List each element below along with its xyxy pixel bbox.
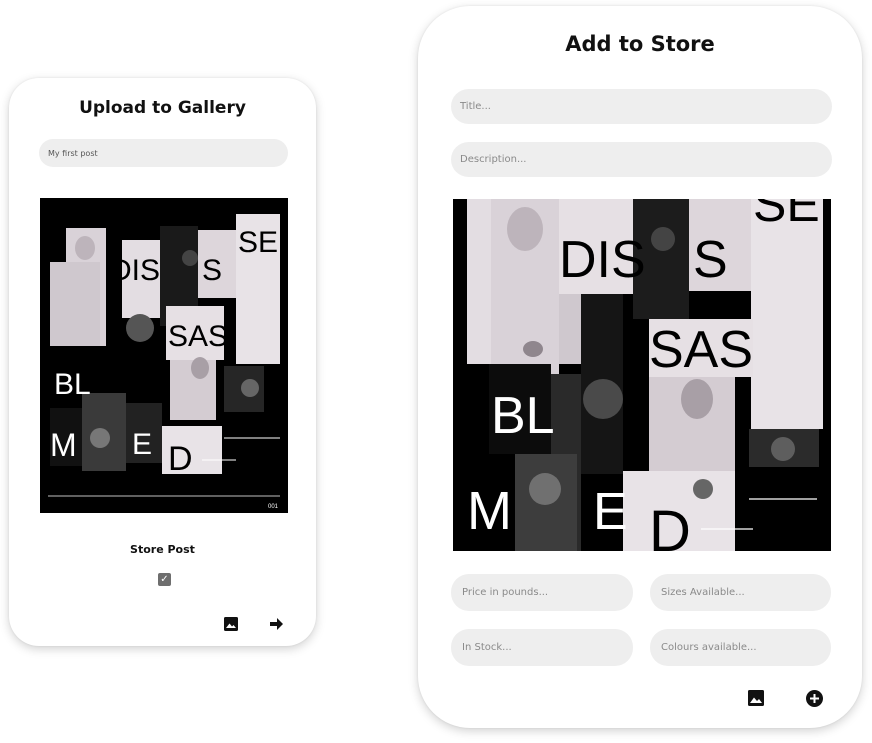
upload-gallery-card: Upload to Gallery My first post DIS S SE… xyxy=(9,78,316,646)
svg-text:SAS: SAS xyxy=(168,320,228,353)
sizes-placeholder: Sizes Available... xyxy=(661,587,745,598)
product-description-input[interactable]: Description... xyxy=(451,142,832,177)
product-title-input[interactable]: Title... xyxy=(451,89,832,124)
gallery-title: Upload to Gallery xyxy=(79,98,246,118)
price-placeholder: Price in pounds... xyxy=(462,587,549,598)
colours-input[interactable]: Colours available... xyxy=(650,629,831,666)
add-product-button[interactable] xyxy=(805,689,823,707)
product-title-placeholder: Title... xyxy=(460,101,491,112)
gallery-artwork: DIS S SE SAS BL M E D 001 xyxy=(40,198,288,513)
stock-input[interactable]: In Stock... xyxy=(451,629,633,666)
svg-text:E: E xyxy=(593,483,628,541)
svg-text:S: S xyxy=(693,231,728,289)
svg-text:M: M xyxy=(50,427,77,463)
store-artwork-image: DIS S SE SAS BL M E D xyxy=(453,199,831,551)
svg-text:BL: BL xyxy=(491,387,555,445)
svg-text:M: M xyxy=(467,481,512,541)
svg-text:DIS: DIS xyxy=(559,231,646,289)
svg-text:S: S xyxy=(202,254,222,287)
svg-text:SE: SE xyxy=(753,199,820,232)
image-upload-button[interactable] xyxy=(222,615,240,633)
sizes-input[interactable]: Sizes Available... xyxy=(650,574,831,611)
svg-text:SE: SE xyxy=(238,226,278,259)
store-title: Add to Store xyxy=(565,32,715,56)
add-circle-icon xyxy=(805,689,823,707)
svg-text:DIS: DIS xyxy=(110,254,160,287)
add-store-card: Add to Store Title... Description... DIS… xyxy=(418,6,862,728)
post-title-input[interactable]: My first post xyxy=(39,139,288,167)
artwork-number: 001 xyxy=(268,504,279,510)
colours-placeholder: Colours available... xyxy=(661,642,757,653)
post-title-value: My first post xyxy=(48,148,98,158)
svg-text:E: E xyxy=(132,428,152,461)
store-post-checkbox[interactable]: ✓ xyxy=(158,573,171,586)
arrow-right-icon xyxy=(270,618,283,630)
product-description-placeholder: Description... xyxy=(460,154,527,165)
stock-placeholder: In Stock... xyxy=(462,642,512,653)
svg-text:SAS: SAS xyxy=(649,321,753,379)
image-icon xyxy=(748,690,764,706)
store-image-upload-button[interactable] xyxy=(747,689,765,707)
svg-text:BL: BL xyxy=(54,368,91,401)
price-input[interactable]: Price in pounds... xyxy=(451,574,633,611)
store-artwork: DIS S SE SAS BL M E D xyxy=(453,199,831,551)
gallery-artwork-image: DIS S SE SAS BL M E D 001 xyxy=(40,198,288,513)
submit-post-button[interactable] xyxy=(268,615,286,633)
image-icon xyxy=(224,617,238,631)
svg-text:D: D xyxy=(168,440,193,478)
svg-text:D: D xyxy=(649,499,691,551)
store-post-label: Store Post xyxy=(130,543,195,556)
